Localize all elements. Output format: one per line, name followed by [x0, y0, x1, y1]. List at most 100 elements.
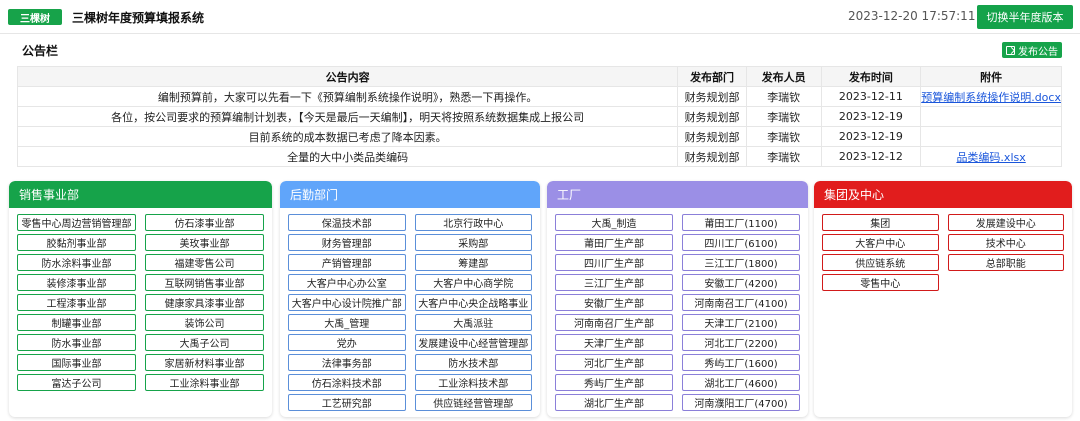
logistics-department-button[interactable]: 产销管理部 — [288, 254, 406, 271]
sales-department-button[interactable]: 家居新材料事业部 — [145, 354, 264, 371]
group-department-button[interactable]: 供应链系统 — [822, 254, 939, 271]
sales-department-button[interactable]: 健康家具漆事业部 — [145, 294, 264, 311]
factory-panel: 工厂 大禹_制造 莆田工厂(1100) 莆田厂生产部 四川工厂(6100) 四川厂生产部… — [547, 181, 808, 417]
column-header-attachment: 附件 — [920, 66, 1062, 87]
logistics-department-button[interactable]: 大客户中心商学院 — [414, 274, 532, 291]
brand-logo: 三棵树 — [8, 9, 62, 25]
sales-department-button[interactable]: 制罐事业部 — [17, 314, 136, 331]
app-title: 三棵树年度预算填报系统 — [72, 11, 205, 25]
sales-department-button[interactable]: 工业涂料事业部 — [145, 374, 264, 391]
logistics-department-button[interactable]: 发展建设中心经营管理部 — [414, 334, 532, 351]
group-department-button[interactable]: 总部职能 — [947, 254, 1064, 271]
logistics-department-button[interactable]: 筹建部 — [414, 254, 532, 271]
sales-department-button[interactable]: 胶黏剂事业部 — [17, 234, 136, 251]
sales-department-button[interactable]: 互联网销售事业部 — [145, 274, 264, 291]
notice-table-header: 公告内容 发布部门 发布人员 发布时间 附件 — [16, 66, 1062, 87]
group-department-button[interactable]: 发展建设中心 — [947, 214, 1064, 231]
logistics-panel: 后勤部门 保温技术部 北京行政中心 财务管理部 采购部 产销管理部 筹建部 大客户中心办公室… — [280, 181, 540, 417]
group-center-title: 集团及中心 — [814, 181, 1072, 208]
app-header: 三棵树 三棵树年度预算填报系统 2023-12-20 17:57:11 切换半年… — [0, 0, 1080, 34]
factory-department-button[interactable]: 三江厂生产部 — [555, 274, 673, 291]
edit-icon — [1006, 45, 1015, 55]
factory-department-button[interactable]: 莆田工厂(1100) — [682, 214, 800, 231]
factory-department-button[interactable]: 河北厂生产部 — [555, 354, 673, 371]
sales-department-button[interactable]: 国际事业部 — [17, 354, 136, 371]
notice-table: 公告内容 发布部门 发布人员 发布时间 附件 编制预算前，大家可以先看一下《预算… — [16, 66, 1062, 167]
notice-row: 目前系统的成本数据已考虑了降本因素。 财务规划部 李瑞钦 2023-12-19 — [16, 126, 1062, 147]
sales-department-button[interactable]: 仿石漆事业部 — [145, 214, 264, 231]
notice-person-cell: 李瑞钦 — [745, 106, 822, 127]
sales-department-button[interactable]: 富达子公司 — [17, 374, 136, 391]
group-center-panel: 集团及中心 集团 发展建设中心 大客户中心 技术中心 供应链系统 总部职能 零售中心 — [814, 181, 1072, 417]
factory-department-button[interactable]: 河南南召厂生产部 — [555, 314, 673, 331]
column-header-person: 发布人员 — [745, 66, 822, 87]
factory-department-button[interactable]: 湖北工厂(4600) — [682, 374, 800, 391]
factory-department-button[interactable]: 河北工厂(2200) — [682, 334, 800, 351]
factory-department-button[interactable]: 三江工厂(1800) — [682, 254, 800, 271]
factory-department-button[interactable]: 秀屿厂生产部 — [555, 374, 673, 391]
factory-department-button[interactable]: 河南濮阳工厂(4700) — [682, 394, 800, 411]
notice-attachment-link — [920, 106, 1062, 127]
logistics-department-button[interactable]: 大客户中心设计院推广部 — [288, 294, 406, 311]
logistics-department-button[interactable]: 工艺研究部 — [288, 394, 406, 411]
notice-person-cell: 李瑞钦 — [745, 146, 822, 167]
group-department-button[interactable]: 大客户中心 — [822, 234, 939, 251]
column-header-dept: 发布部门 — [677, 66, 747, 87]
factory-department-button[interactable]: 四川厂生产部 — [555, 254, 673, 271]
logistics-department-button[interactable]: 大禹_管理 — [288, 314, 406, 331]
logistics-department-button[interactable]: 采购部 — [414, 234, 532, 251]
notice-content-cell: 各位，按公司要求的预算编制计划表，【今天是最后一天编制】，明天将按照系统数据集成… — [16, 106, 679, 127]
factory-department-button[interactable]: 河南南召工厂(4100) — [682, 294, 800, 311]
factory-department-button[interactable]: 湖北厂生产部 — [555, 394, 673, 411]
publish-notice-label: 发布公告 — [1018, 46, 1058, 58]
group-department-button[interactable]: 零售中心 — [822, 274, 939, 291]
logistics-department-button[interactable]: 党办 — [288, 334, 406, 351]
notice-date-cell: 2023-12-12 — [820, 146, 922, 167]
logistics-department-button[interactable]: 保温技术部 — [288, 214, 406, 231]
notice-attachment-link[interactable]: 预算编制系统操作说明.docx — [920, 86, 1062, 107]
group-department-button[interactable]: 集团 — [822, 214, 939, 231]
factory-department-button[interactable]: 四川工厂(6100) — [682, 234, 800, 251]
logistics-department-button[interactable]: 大禹派驻 — [414, 314, 532, 331]
notice-dept-cell: 财务规划部 — [677, 146, 747, 167]
logistics-department-button[interactable]: 防水技术部 — [414, 354, 532, 371]
logistics-department-button[interactable]: 工业涂料技术部 — [414, 374, 532, 391]
notice-dept-cell: 财务规划部 — [677, 106, 747, 127]
group-department-button[interactable]: 技术中心 — [947, 234, 1064, 251]
factory-title: 工厂 — [547, 181, 808, 208]
sales-department-button[interactable]: 装饰公司 — [145, 314, 264, 331]
logistics-department-button[interactable]: 法律事务部 — [288, 354, 406, 371]
notice-person-cell: 李瑞钦 — [745, 126, 822, 147]
notice-content-cell: 目前系统的成本数据已考虑了降本因素。 — [16, 126, 679, 147]
factory-department-button[interactable]: 秀屿工厂(1600) — [682, 354, 800, 371]
switch-version-button[interactable]: 切换半年度版本 — [977, 5, 1073, 29]
sales-department-button[interactable]: 零售中心周边营销管理部 — [17, 214, 136, 231]
factory-department-button[interactable]: 安徽工厂(4200) — [682, 274, 800, 291]
sales-department-button[interactable]: 大禹子公司 — [145, 334, 264, 351]
logistics-department-button[interactable]: 北京行政中心 — [414, 214, 532, 231]
sales-department-button[interactable]: 工程漆事业部 — [17, 294, 136, 311]
current-datetime: 2023-12-20 17:57:11 — [848, 9, 976, 23]
factory-department-button[interactable]: 安徽厂生产部 — [555, 294, 673, 311]
logistics-department-button[interactable]: 大客户中心央企战略事业 — [414, 294, 532, 311]
factory-department-button[interactable]: 莆田厂生产部 — [555, 234, 673, 251]
notice-board-title: 公告栏 — [22, 44, 59, 58]
notice-attachment-link[interactable]: 品类编码.xlsx — [920, 146, 1062, 167]
sales-department-button[interactable]: 防水事业部 — [17, 334, 136, 351]
factory-department-button[interactable]: 天津厂生产部 — [555, 334, 673, 351]
sales-department-button[interactable]: 装修漆事业部 — [17, 274, 136, 291]
logistics-department-button[interactable]: 财务管理部 — [288, 234, 406, 251]
factory-department-button[interactable]: 大禹_制造 — [555, 214, 673, 231]
notice-date-cell: 2023-12-19 — [820, 106, 922, 127]
sales-department-button[interactable]: 美玫事业部 — [145, 234, 264, 251]
notice-content-cell: 全量的大中小类品类编码 — [16, 146, 679, 167]
sales-department-button[interactable]: 福建零售公司 — [145, 254, 264, 271]
logistics-department-button[interactable]: 供应链经营管理部 — [414, 394, 532, 411]
notice-attachment-link — [920, 126, 1062, 147]
notice-row: 编制预算前，大家可以先看一下《预算编制系统操作说明》，熟悉一下再操作。 财务规划部… — [16, 86, 1062, 107]
factory-department-button[interactable]: 天津工厂(2100) — [682, 314, 800, 331]
logistics-department-button[interactable]: 仿石涂料技术部 — [288, 374, 406, 391]
publish-notice-button[interactable]: 发布公告 — [1002, 42, 1062, 58]
logistics-department-button[interactable]: 大客户中心办公室 — [288, 274, 406, 291]
sales-department-button[interactable]: 防水涂料事业部 — [17, 254, 136, 271]
